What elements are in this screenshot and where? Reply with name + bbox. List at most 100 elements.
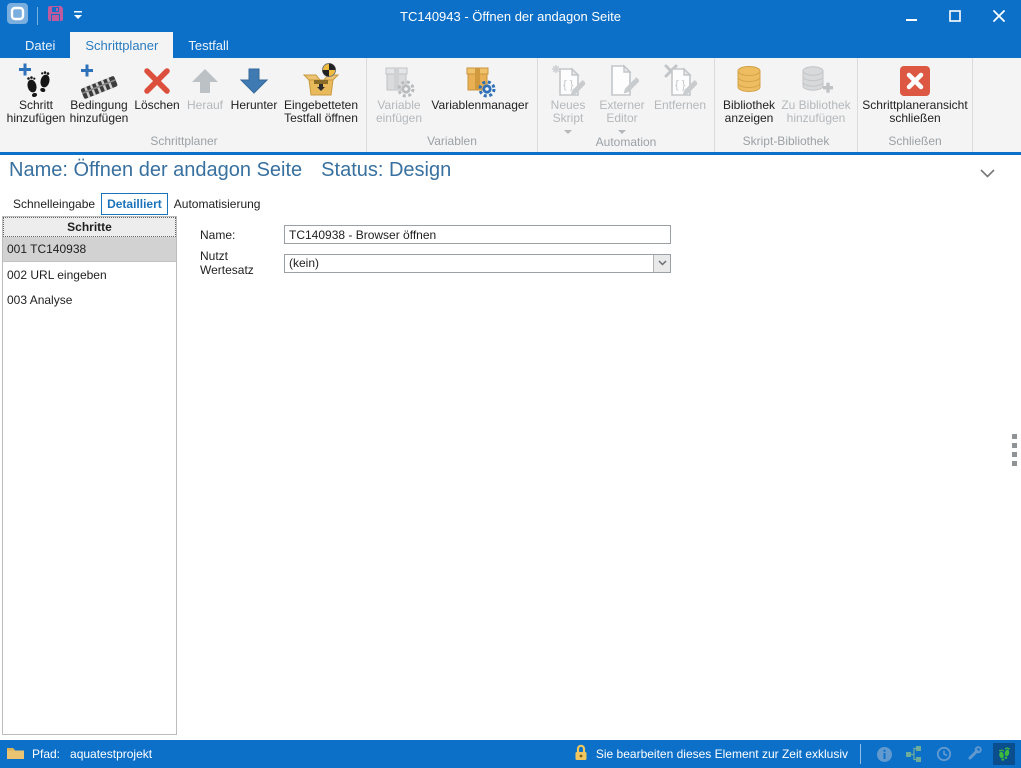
close-stepplanner-view-button[interactable]: Schrittplaneransicht schließen — [862, 58, 968, 133]
path-value: aquatestprojekt — [70, 747, 152, 761]
button-label: Herauf — [187, 99, 223, 112]
minimize-button[interactable] — [889, 0, 933, 32]
group-label: Automation — [542, 134, 710, 153]
remove-script-icon: { } — [663, 62, 697, 99]
valueset-combobox[interactable]: (kein) — [284, 254, 671, 273]
group-label: Variablen — [371, 133, 533, 152]
insert-variable-button[interactable]: Variable einfügen — [371, 58, 427, 133]
steps-list-header: Schritte — [3, 217, 176, 237]
subtab-detailliert[interactable]: Detailliert — [101, 193, 168, 215]
add-to-library-button[interactable]: Zu Bibliothek hinzufügen — [779, 58, 853, 133]
condition-add-icon — [80, 62, 118, 99]
valueset-field-label: Nutzt Wertesatz — [200, 249, 284, 277]
lock-icon — [574, 744, 588, 764]
close-view-x-icon — [899, 62, 931, 99]
ribbon: Schritt hinzufügen Bedingung — [0, 58, 1021, 155]
button-label: Bibliothek anzeigen — [719, 99, 779, 125]
panel-splitter-handle[interactable] — [1012, 434, 1017, 466]
show-library-button[interactable]: Bibliothek anzeigen — [719, 58, 779, 133]
hierarchy-icon[interactable] — [903, 743, 925, 765]
move-down-button[interactable]: Herunter — [228, 58, 280, 133]
tab-datei[interactable]: Datei — [10, 32, 70, 58]
button-label: Schritt hinzufügen — [6, 99, 66, 125]
ribbon-group-variablen: Variable einfügen Variablenmanager — [367, 58, 538, 152]
combobox-dropdown-button[interactable] — [653, 255, 670, 272]
stepplanner-view-icon[interactable] — [993, 743, 1015, 765]
external-editor-icon — [605, 62, 639, 99]
new-script-icon: { } — [551, 62, 585, 99]
subtab-automatisierung[interactable]: Automatisierung — [169, 194, 266, 214]
add-condition-button[interactable]: Bedingung hinzufügen — [66, 58, 132, 133]
embedded-testcase-box-icon — [302, 62, 340, 99]
step-list-item[interactable]: 002 URL eingeben — [3, 262, 176, 287]
tab-schrittplaner[interactable]: Schrittplaner — [70, 32, 173, 58]
close-button[interactable] — [977, 0, 1021, 32]
footprints-add-icon — [18, 62, 54, 99]
database-add-icon-disabled — [798, 62, 834, 99]
arrow-up-icon — [190, 62, 220, 99]
window-controls — [889, 0, 1021, 32]
step-name-value: TC140938 - Browser öffnen — [289, 228, 436, 242]
info-icon[interactable] — [873, 743, 895, 765]
step-detail-form: Name: TC140938 - Browser öffnen Nutzt We… — [200, 225, 672, 282]
delete-x-icon — [142, 62, 172, 99]
button-label: Neues Skript — [542, 99, 594, 125]
button-label: Externer Editor — [594, 99, 650, 125]
statusbar-separator — [860, 744, 861, 764]
step-list-item[interactable]: 001 TC140938 — [3, 237, 176, 262]
quick-access-dropdown-icon[interactable] — [73, 7, 83, 25]
valueset-selected-value: (kein) — [285, 255, 653, 272]
path-label: Pfad: — [32, 747, 60, 761]
svg-text:{ }: { } — [675, 79, 686, 91]
history-icon[interactable] — [933, 743, 955, 765]
title-bar: TC140943 - Öffnen der andagon Seite — [0, 0, 1021, 32]
element-heading: Name: Öffnen der andagon Seite Status: D… — [9, 159, 451, 182]
step-name-input[interactable]: TC140938 - Browser öffnen — [284, 225, 671, 244]
external-editor-button[interactable]: Externer Editor — [594, 58, 650, 134]
button-label: Variable einfügen — [371, 99, 427, 125]
ribbon-group-schliessen: Schrittplaneransicht schließen Schließen — [858, 58, 973, 152]
quick-access-toolbar — [0, 3, 83, 29]
name-heading: Name: Öffnen der andagon Seite — [9, 159, 302, 182]
add-step-button[interactable]: Schritt hinzufügen — [6, 58, 66, 133]
wrench-icon[interactable] — [963, 743, 985, 765]
save-icon[interactable] — [47, 5, 64, 27]
folder-icon — [6, 745, 25, 763]
window-title: TC140943 - Öffnen der andagon Seite — [0, 9, 1021, 24]
maximize-button[interactable] — [933, 0, 977, 32]
name-field-label: Name: — [200, 228, 284, 242]
remove-script-button[interactable]: { } Entfernen — [650, 58, 710, 134]
svg-text:{ }: { } — [563, 79, 574, 91]
button-label: Löschen — [134, 99, 179, 112]
button-label: Bedingung hinzufügen — [66, 99, 132, 125]
app-icon[interactable] — [7, 3, 28, 29]
lock-message: Sie bearbeiten dieses Element zur Zeit e… — [596, 747, 848, 761]
subtab-schnelleingabe[interactable]: Schnelleingabe — [8, 194, 100, 214]
button-label: Zu Bibliothek hinzufügen — [779, 99, 853, 125]
group-label: Schrittplaner — [6, 133, 362, 152]
group-label: Schließen — [862, 133, 968, 152]
variable-manager-button[interactable]: Variablenmanager — [427, 58, 533, 133]
button-label: Entfernen — [654, 99, 706, 112]
move-up-button[interactable]: Herauf — [182, 58, 228, 133]
ribbon-group-skript-bibliothek: Bibliothek anzeigen — [715, 58, 858, 152]
steps-list-panel: Schritte 001 TC140938 002 URL eingeben 0… — [2, 216, 177, 735]
group-label: Skript-Bibliothek — [719, 133, 853, 152]
toolbar-separator — [37, 7, 38, 25]
step-list-item[interactable]: 003 Analyse — [3, 287, 176, 312]
new-script-button[interactable]: { } Neues Skript — [542, 58, 594, 134]
button-label: Variablenmanager — [431, 99, 528, 112]
tab-testfall[interactable]: Testfall — [173, 32, 243, 58]
status-bar: Pfad: aquatestprojekt Sie bearbeiten die… — [0, 740, 1021, 768]
application-window: TC140943 - Öffnen der andagon Seite Date… — [0, 0, 1021, 768]
database-icon — [732, 62, 766, 99]
variable-package-icon-disabled — [382, 62, 416, 99]
variable-manager-icon — [463, 62, 497, 99]
detail-subtabs: Schnelleingabe Detailliert Automatisieru… — [8, 193, 266, 215]
collapse-chevron-icon[interactable] — [980, 165, 995, 183]
button-label: Herunter — [231, 99, 278, 112]
detail-content-area: Name: Öffnen der andagon Seite Status: D… — [0, 155, 1021, 740]
status-heading: Status: Design — [321, 159, 451, 182]
open-embedded-testcase-button[interactable]: Eingebetteten Testfall öffnen — [280, 58, 362, 133]
delete-button[interactable]: Löschen — [132, 58, 182, 133]
